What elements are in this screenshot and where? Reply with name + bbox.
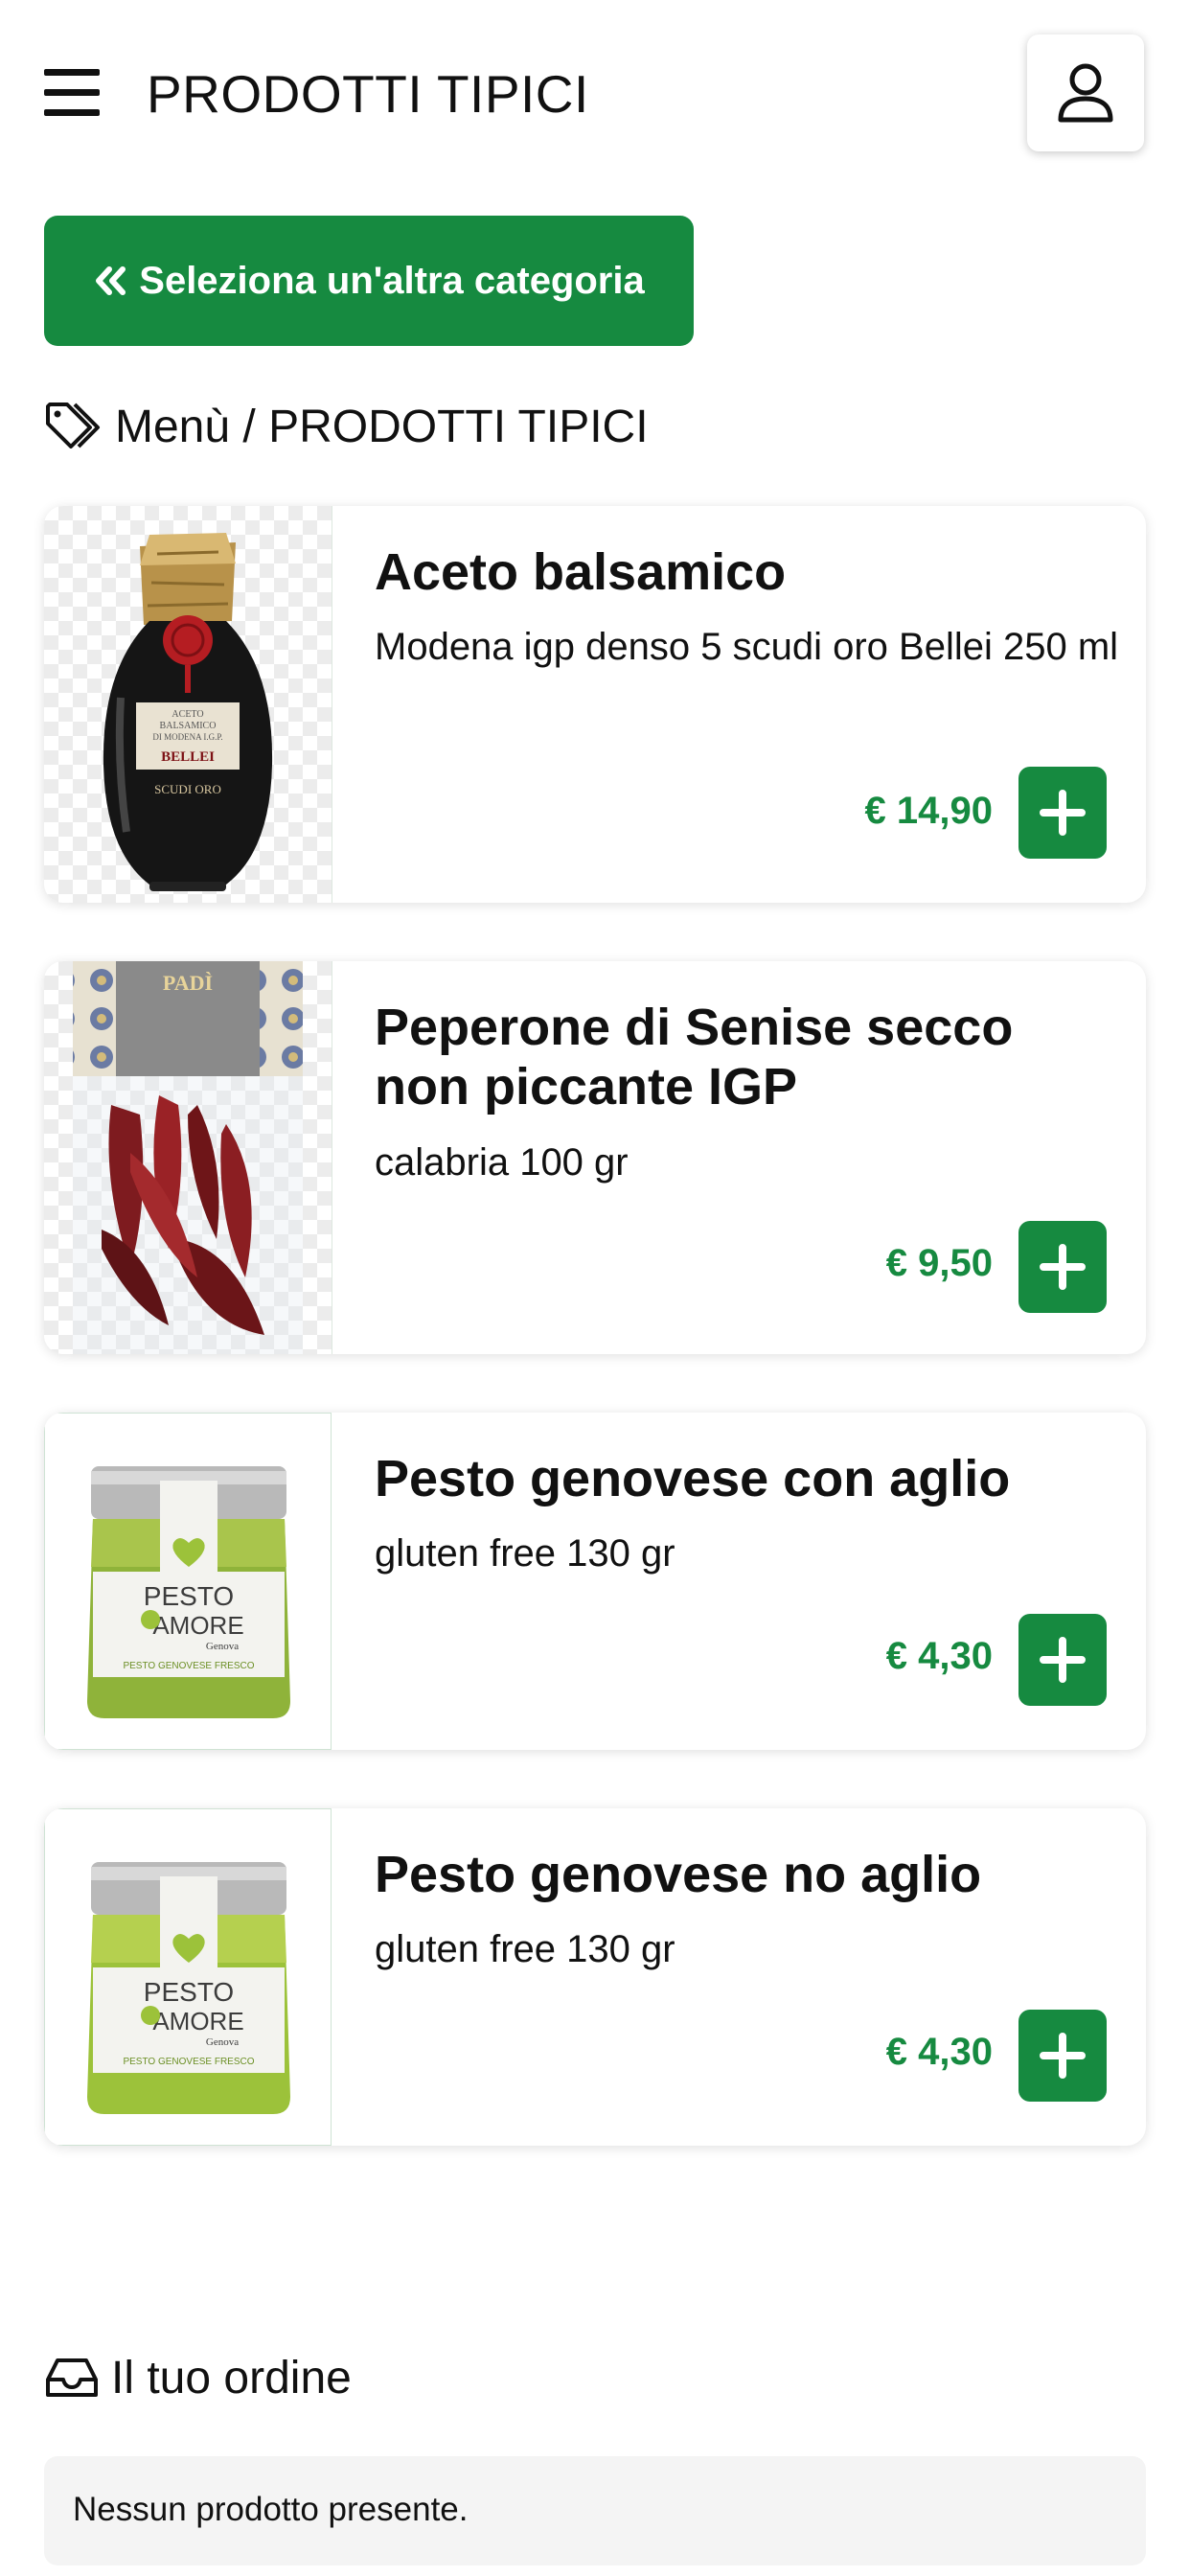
order-title-text: Il tuo ordine: [111, 2352, 352, 2404]
plus-icon: [1040, 1637, 1086, 1683]
product-image-aceto-balsamico: ACETO BALSAMICO DI MODENA I.G.P. BELLEI …: [44, 506, 332, 903]
image-text: PESTO: [144, 1977, 234, 2007]
hamburger-icon[interactable]: [44, 69, 100, 117]
product-price: € 9,50: [885, 1242, 993, 1284]
image-text: SCUDI ORO: [154, 782, 221, 796]
breadcrumb-text[interactable]: Menù / PRODOTTI TIPICI: [115, 401, 649, 453]
product-image-pesto-no-aglio: PESTO AMORE Genova PESTO GENOVESE FRESCO: [44, 1808, 332, 2146]
image-text: Genova: [206, 2036, 239, 2048]
user-icon: [1058, 63, 1113, 123]
image-text: AMORE: [152, 1611, 243, 1640]
product-card[interactable]: PESTO AMORE Genova PESTO GENOVESE FRESCO…: [44, 1808, 1146, 2146]
empty-order-message: Nessun prodotto presente.: [73, 2491, 469, 2528]
image-text: PADÌ: [163, 971, 213, 995]
add-to-cart-button[interactable]: [1018, 767, 1107, 859]
image-text: PESTO: [144, 1581, 234, 1611]
product-name: Aceto balsamico: [375, 543, 787, 601]
order-section-title: Il tuo ordine: [44, 2348, 352, 2407]
image-text: PESTO GENOVESE FRESCO: [123, 1661, 254, 1671]
product-name: Pesto genovese no aglio: [375, 1846, 982, 1903]
select-other-category-label: Seleziona un'altra categoria: [139, 259, 645, 302]
product-description: gluten free 130 gr: [375, 1532, 675, 1575]
plus-icon: [1040, 2033, 1086, 2079]
product-price: € 4,30: [885, 1635, 993, 1677]
product-name: Peperone di Senise secco non piccante IG…: [375, 999, 1014, 1116]
product-card[interactable]: PADÌ Peperone di Senise secco non piccan…: [44, 961, 1146, 1354]
page-title: PRODOTTI TIPICI: [147, 64, 589, 124]
select-other-category-button[interactable]: Seleziona un'altra categoria: [44, 216, 694, 346]
product-price: € 4,30: [885, 2031, 993, 2073]
tag-icon: [44, 401, 103, 452]
user-account-button[interactable]: [1027, 34, 1144, 151]
image-text: BELLEI: [161, 749, 215, 765]
plus-icon: [1040, 1244, 1086, 1290]
image-text: AMORE: [152, 2007, 243, 2036]
image-text: Genova: [206, 1641, 239, 1652]
double-chevron-left-icon: [93, 265, 127, 296]
image-text: BALSAMICO: [160, 721, 217, 731]
product-card[interactable]: PESTO AMORE Genova PESTO GENOVESE FRESCO…: [44, 1413, 1146, 1750]
product-image-peperone-senise: PADÌ: [44, 961, 332, 1354]
add-to-cart-button[interactable]: [1018, 2010, 1107, 2102]
breadcrumb: Menù / PRODOTTI TIPICI: [44, 393, 649, 460]
product-card[interactable]: ACETO BALSAMICO DI MODENA I.G.P. BELLEI …: [44, 506, 1146, 903]
image-text: ACETO: [172, 709, 203, 720]
app-header: PRODOTTI TIPICI: [0, 0, 1190, 192]
inbox-icon: [44, 2357, 100, 2399]
product-description: gluten free 130 gr: [375, 1928, 675, 1970]
image-text: PESTO GENOVESE FRESCO: [123, 2057, 254, 2067]
product-image-pesto-con-aglio: PESTO AMORE Genova PESTO GENOVESE FRESCO: [44, 1413, 332, 1750]
image-text: DI MODENA I.G.P.: [152, 732, 222, 742]
product-name: Pesto genovese con aglio: [375, 1450, 1011, 1507]
plus-icon: [1040, 790, 1086, 836]
add-to-cart-button[interactable]: [1018, 1614, 1107, 1706]
add-to-cart-button[interactable]: [1018, 1221, 1107, 1313]
product-price: € 14,90: [864, 790, 993, 832]
product-description: calabria 100 gr: [375, 1141, 629, 1184]
order-summary-box: Nessun prodotto presente.: [44, 2456, 1146, 2565]
product-description: Modena igp denso 5 scudi oro Bellei 250 …: [375, 626, 1119, 668]
